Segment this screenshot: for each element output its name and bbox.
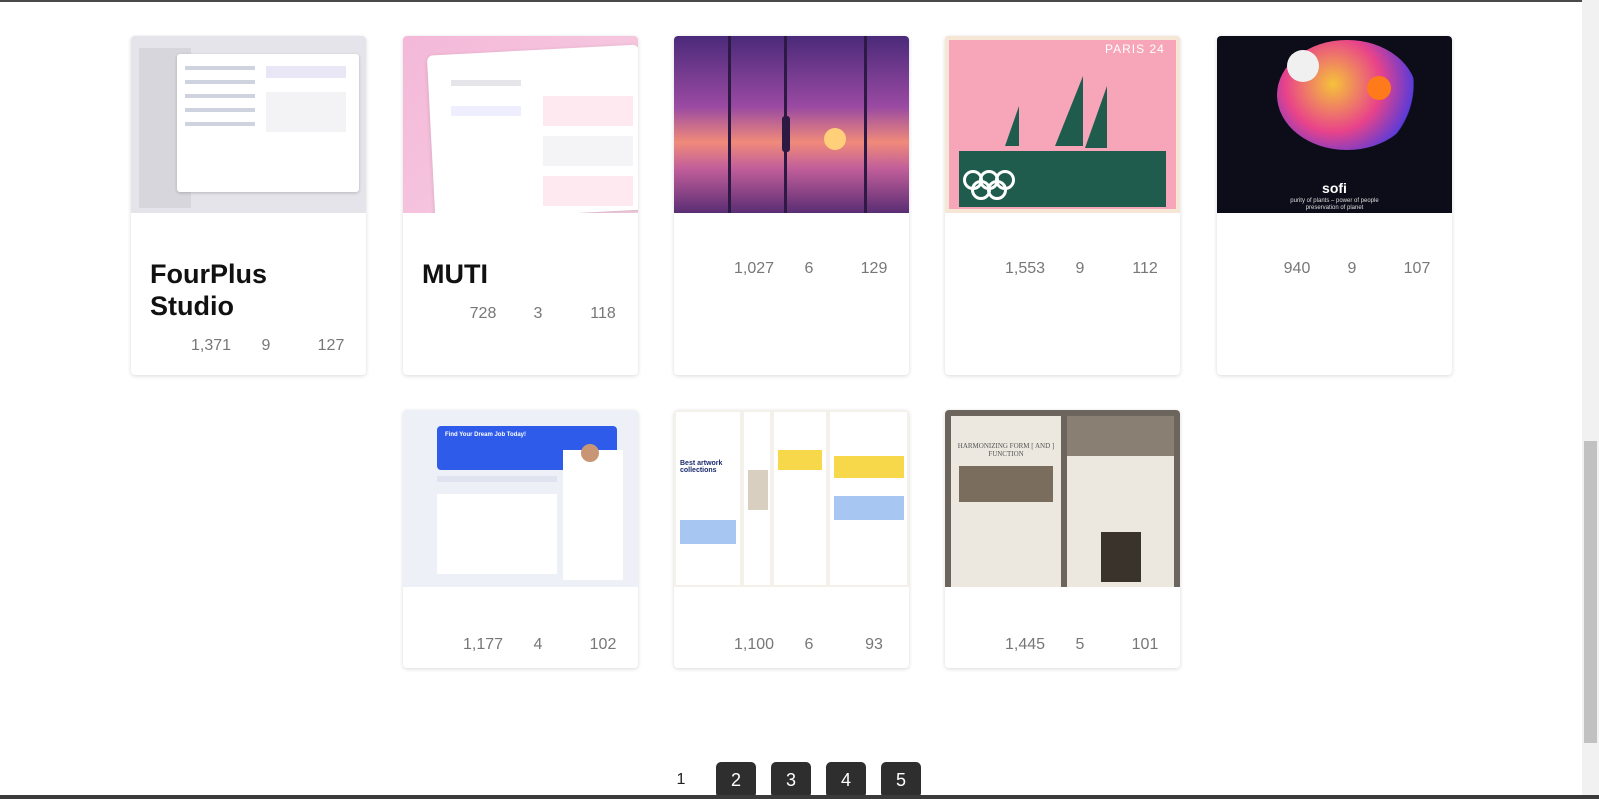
project-thumbnail[interactable]: PARIS 24: [945, 36, 1180, 213]
views-count: 940: [1283, 260, 1311, 277]
top-border: [0, 0, 1599, 2]
pagination: 1 2 3 4 5: [0, 762, 1599, 798]
card-title[interactable]: FourPlus Studio: [150, 258, 300, 322]
avatar: [581, 444, 599, 462]
thumb-text: Find Your Dream Job Today!: [445, 432, 527, 438]
views-count: 1,445: [1004, 636, 1046, 653]
views-count: 728: [469, 305, 497, 322]
comments-count: 6: [804, 260, 814, 277]
views-count: 1,100: [733, 636, 775, 653]
sail-icon: [1055, 76, 1083, 146]
page-button-3[interactable]: 3: [771, 762, 811, 798]
project-card[interactable]: sofi purity of plants – power of people …: [1217, 36, 1452, 375]
card-stats: 1,445 5 101: [945, 636, 1180, 658]
page-current: 1: [676, 771, 686, 788]
card-stats: 1,100 6 93: [674, 636, 909, 658]
comments-count: 6: [804, 636, 814, 653]
silhouette: [782, 116, 790, 152]
page-button-2[interactable]: 2: [716, 762, 756, 798]
project-thumbnail[interactable]: Find Your Dream Job Today!: [403, 410, 638, 587]
project-card[interactable]: 1,027 6 129: [674, 36, 909, 375]
project-thumbnail[interactable]: [674, 36, 909, 213]
project-card[interactable]: Best artwork collections 1,100 6 93: [674, 410, 909, 668]
comments-count: 4: [533, 636, 543, 653]
views-count: 1,553: [1004, 260, 1046, 277]
project-card[interactable]: MUTI 728 3 118: [403, 36, 638, 375]
thumb-text: Best artwork collections: [680, 460, 723, 474]
comments-count: 9: [1075, 260, 1085, 277]
views-count: 1,027: [733, 260, 775, 277]
likes-count: 118: [590, 305, 616, 322]
thumb-text: sofi: [1322, 180, 1347, 196]
card-stats: 1,027 6 129: [674, 260, 909, 282]
project-card[interactable]: FourPlus Studio 1,371 9 127: [131, 36, 366, 375]
project-thumbnail[interactable]: sofi purity of plants – power of people …: [1217, 36, 1452, 213]
likes-count: 102: [589, 636, 617, 653]
scrollbar-thumb[interactable]: [1584, 441, 1597, 743]
project-thumbnail[interactable]: [403, 36, 638, 213]
card-stats: 728 3 118: [403, 305, 638, 327]
sun-shape: [824, 128, 846, 150]
thumb-text: HARMONIZING FORM [ AND ] FUNCTION: [957, 442, 1055, 458]
card-stats: 1,553 9 112: [945, 260, 1180, 282]
likes-count: 107: [1403, 260, 1431, 277]
project-card[interactable]: HARMONIZING FORM [ AND ] FUNCTION 1,445 …: [945, 410, 1180, 668]
comments-count: 9: [261, 337, 271, 354]
likes-count: 101: [1131, 636, 1159, 653]
project-card[interactable]: PARIS 24 1,553 9 112: [945, 36, 1180, 375]
comments-count: 9: [1347, 260, 1357, 277]
card-stats: 1,177 4 102: [403, 636, 638, 658]
card-stats: 1,371 9 127: [131, 337, 366, 359]
project-thumbnail[interactable]: [131, 36, 366, 213]
likes-count: 127: [317, 337, 345, 354]
comments-count: 5: [1075, 636, 1085, 653]
card-stats: 940 9 107: [1217, 260, 1452, 282]
project-card[interactable]: Find Your Dream Job Today! 1,177 4 102: [403, 410, 638, 668]
card-title[interactable]: MUTI: [422, 258, 612, 290]
views-count: 1,177: [462, 636, 504, 653]
page-button-5[interactable]: 5: [881, 762, 921, 798]
likes-count: 129: [860, 260, 888, 277]
project-thumbnail[interactable]: HARMONIZING FORM [ AND ] FUNCTION: [945, 410, 1180, 587]
comments-count: 3: [533, 305, 543, 322]
likes-count: 93: [865, 636, 883, 653]
vertical-scrollbar[interactable]: [1582, 0, 1599, 795]
thumb-text: PARIS 24: [1105, 42, 1165, 56]
likes-count: 112: [1132, 260, 1158, 277]
views-count: 1,371: [190, 337, 232, 354]
project-thumbnail[interactable]: Best artwork collections: [674, 410, 909, 587]
bottom-border: [0, 795, 1599, 799]
page-button-4[interactable]: 4: [826, 762, 866, 798]
